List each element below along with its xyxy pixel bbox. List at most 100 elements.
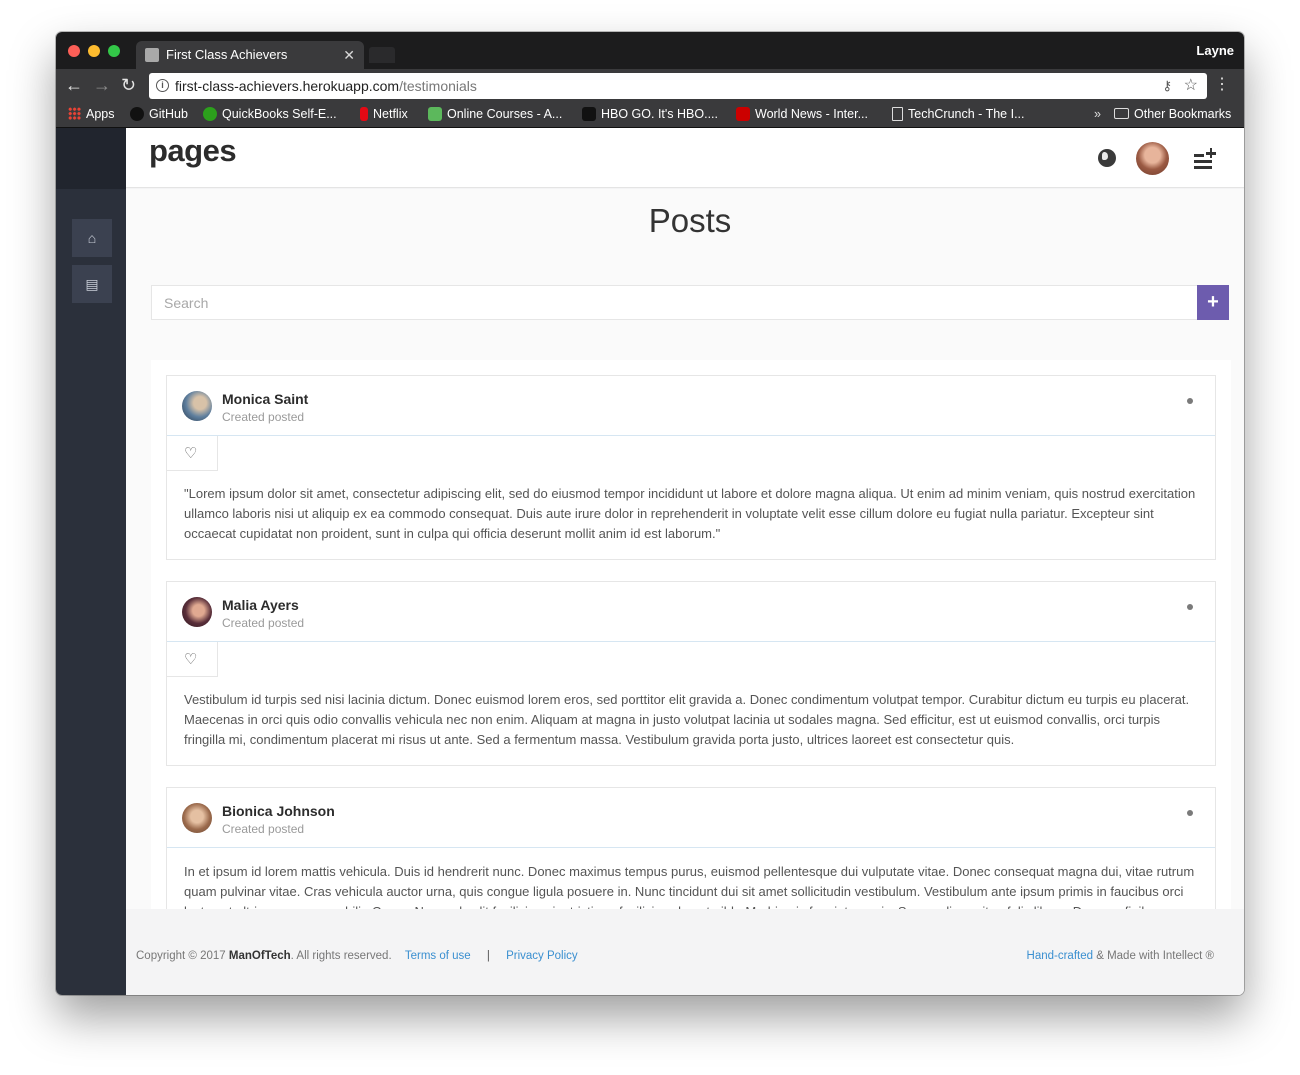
key-icon[interactable]: ⚷ xyxy=(1162,73,1172,99)
sidebar-header xyxy=(56,128,126,189)
bookmark-netflix[interactable]: Netflix xyxy=(360,102,408,127)
footer-made-with: & Made with Intellect ® xyxy=(1096,950,1214,962)
heart-icon: ♡ xyxy=(184,651,198,668)
bookmark-other[interactable]: Other Bookmarks xyxy=(1114,102,1231,127)
maximize-window-button[interactable] xyxy=(108,45,120,57)
main-area: pages Posts + Monica Saint Created poste xyxy=(126,128,1244,995)
sidebar-item-home[interactable]: ⌂ xyxy=(72,219,112,257)
url-host: first-class-achievers.herokuapp.com xyxy=(175,78,400,94)
post-header: Bionica Johnson Created posted xyxy=(167,788,1215,848)
app-sidebar: ⌂ ▤ xyxy=(56,128,126,995)
minimize-window-button[interactable] xyxy=(88,45,100,57)
handcrafted-link[interactable]: Hand-crafted xyxy=(1027,950,1093,962)
post-body: Vestibulum id turpis sed nisi lacinia di… xyxy=(184,692,1190,747)
bookmark-apps-label: Apps xyxy=(86,107,115,121)
page-content: Posts + Monica Saint Created posted ♡ "L… xyxy=(126,189,1244,940)
bookmark-github[interactable]: GitHub xyxy=(130,102,188,127)
folder-icon xyxy=(1114,108,1129,119)
post-card: Monica Saint Created posted ♡ "Lorem ips… xyxy=(166,375,1216,560)
browser-toolbar: ← → ↻ i first-class-achievers.herokuapp.… xyxy=(56,69,1244,102)
avatar[interactable] xyxy=(1136,142,1169,175)
forward-arrow-icon[interactable]: → xyxy=(93,75,111,95)
bookmark-star-icon[interactable]: ☆ xyxy=(1184,73,1198,99)
bookmark-techcrunch-label: TechCrunch - The I... xyxy=(908,107,1025,121)
footer-right: Hand-crafted & Made with Intellect ® xyxy=(1027,950,1214,962)
bookmark-courses-label: Online Courses - A... xyxy=(447,107,563,121)
hbo-icon xyxy=(582,107,596,121)
url-path: /testimonials xyxy=(399,78,477,94)
bookmark-apps[interactable]: Apps xyxy=(68,102,115,127)
bookmark-hbo-label: HBO GO. It's HBO.... xyxy=(601,107,718,121)
chat-icon: ▤ xyxy=(85,276,99,292)
address-bar[interactable]: i first-class-achievers.herokuapp.com/te… xyxy=(149,73,1207,99)
post-meta: Created posted xyxy=(222,822,305,836)
post-author[interactable]: Bionica Johnson xyxy=(222,803,335,819)
privacy-link[interactable]: Privacy Policy xyxy=(506,950,578,962)
browser-tab[interactable]: First Class Achievers ✕ xyxy=(136,41,364,69)
tab-close-icon[interactable]: ✕ xyxy=(343,41,355,69)
bookmark-netflix-label: Netflix xyxy=(373,107,408,121)
like-button[interactable]: ♡ xyxy=(167,642,218,677)
avatar[interactable] xyxy=(182,597,212,627)
bookmark-cnn-label: World News - Inter... xyxy=(755,107,868,121)
site-info-icon[interactable]: i xyxy=(156,79,169,92)
post-options-icon[interactable] xyxy=(1187,398,1193,404)
close-window-button[interactable] xyxy=(68,45,80,57)
home-icon: ⌂ xyxy=(87,230,97,246)
add-list-icon[interactable] xyxy=(1194,148,1216,169)
new-tab-button[interactable] xyxy=(369,47,395,63)
posts-list: Monica Saint Created posted ♡ "Lorem ips… xyxy=(151,360,1231,940)
page-title: Posts xyxy=(648,202,732,239)
bookmark-online-courses[interactable]: Online Courses - A... xyxy=(428,102,562,127)
bookmark-quickbooks[interactable]: QuickBooks Self-E... xyxy=(203,102,337,127)
cnn-icon xyxy=(736,107,750,121)
bookmark-github-label: GitHub xyxy=(149,107,188,121)
globe-icon[interactable] xyxy=(1098,149,1116,167)
more-bookmarks-chevron-icon[interactable]: » xyxy=(1094,102,1101,127)
terms-link[interactable]: Terms of use xyxy=(405,950,471,962)
github-icon xyxy=(130,107,144,121)
netflix-icon xyxy=(360,107,368,121)
page-footer: Copyright © 2017 ManOfTech. All rights r… xyxy=(126,909,1244,995)
profile-name[interactable]: Layne xyxy=(1196,32,1234,69)
browser-window: First Class Achievers ✕ Layne ← → ↻ i fi… xyxy=(56,32,1244,995)
post-author[interactable]: Monica Saint xyxy=(222,391,308,407)
tab-title: First Class Achievers xyxy=(166,47,288,62)
post-options-icon[interactable] xyxy=(1187,810,1193,816)
post-card: Malia Ayers Created posted ♡ Vestibulum … xyxy=(166,581,1216,766)
browser-titlebar: First Class Achievers ✕ Layne xyxy=(56,32,1244,69)
bookmarks-bar: Apps GitHub QuickBooks Self-E... Netflix… xyxy=(56,102,1244,128)
bookmark-other-label: Other Bookmarks xyxy=(1134,107,1232,121)
page-icon xyxy=(892,107,903,121)
app-header: pages xyxy=(126,128,1244,188)
post-author[interactable]: Malia Ayers xyxy=(222,597,299,613)
post-body: "Lorem ipsum dolor sit amet, consectetur… xyxy=(184,486,1196,541)
app-logo[interactable]: pages xyxy=(149,133,237,169)
bookmark-quickbooks-label: QuickBooks Self-E... xyxy=(222,107,337,121)
post-header: Monica Saint Created posted xyxy=(167,376,1215,436)
bookmark-techcrunch[interactable]: TechCrunch - The I... xyxy=(892,102,1025,127)
apps-grid-icon xyxy=(68,107,81,120)
post-meta: Created posted xyxy=(222,410,305,424)
footer-rights: All rights reserved. xyxy=(296,950,392,962)
post-options-icon[interactable] xyxy=(1187,604,1193,610)
avatar[interactable] xyxy=(182,803,212,833)
avatar[interactable] xyxy=(182,391,212,421)
post-header: Malia Ayers Created posted xyxy=(167,582,1215,642)
back-arrow-icon[interactable]: ← xyxy=(65,75,83,95)
reload-icon[interactable]: ↻ xyxy=(121,75,136,95)
footer-brand: ManOfTech xyxy=(228,950,291,962)
browser-menu-icon[interactable]: ⋮ xyxy=(1214,73,1230,97)
quickbooks-icon xyxy=(203,107,217,121)
heart-icon: ♡ xyxy=(184,445,198,462)
bookmark-hbo[interactable]: HBO GO. It's HBO.... xyxy=(582,102,718,127)
bookmark-cnn[interactable]: World News - Inter... xyxy=(736,102,868,127)
footer-separator: | xyxy=(486,950,490,962)
search-input[interactable] xyxy=(151,285,1198,320)
add-post-button[interactable]: + xyxy=(1197,285,1229,320)
sidebar-item-messages[interactable]: ▤ xyxy=(72,265,112,303)
footer-left: Copyright © 2017 ManOfTech. All rights r… xyxy=(136,950,578,962)
footer-copyright: Copyright © 2017 xyxy=(136,950,226,962)
post-meta: Created posted xyxy=(222,616,305,630)
like-button[interactable]: ♡ xyxy=(167,436,218,471)
